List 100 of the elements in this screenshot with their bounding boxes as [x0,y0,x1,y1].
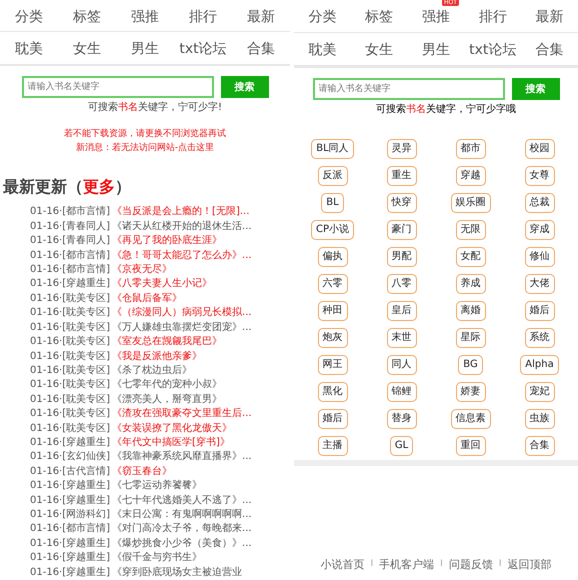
book-title-link[interactable]: 《渣攻在强取豪夺文里重生后... [112,408,252,420]
tag-button[interactable]: 六零 [318,274,348,294]
tag-button[interactable]: 种田 [318,301,348,321]
tag-button[interactable]: 宠妃 [524,382,554,402]
tag-button[interactable]: 主播 [318,436,348,456]
nav-link[interactable]: 女生 [365,42,394,58]
book-title-link[interactable]: 《七零运动养饕餮》 [112,480,202,492]
book-title-link[interactable]: 《我是反派他亲爹》 [112,350,202,362]
tag-button[interactable]: 炮灰 [318,328,348,348]
nav-link[interactable]: txt论坛 [469,42,516,58]
nav-link[interactable]: 最新 [247,8,275,25]
book-title-link[interactable]: 《再见了我的卧底生涯》 [112,235,222,246]
book-title-link[interactable]: 《万人嫌雄虫靠摆烂变团宠》... [112,322,252,333]
tag-button[interactable]: 修仙 [524,247,554,267]
tag-button[interactable]: 黑化 [318,382,348,402]
tag-button[interactable]: 快穿 [386,193,416,213]
notice-link[interactable]: 新消息：若无法访问网站-点击这里 [0,141,290,156]
book-title-link[interactable]: 《末日公寓：有鬼啊啊啊啊啊... [112,508,252,520]
book-title-link[interactable]: 《年代文中搞医学[穿书]》 [112,436,230,448]
tag-button[interactable]: 信息素 [450,409,490,429]
footer-link[interactable]: 问题反馈 [448,557,493,572]
tag-button[interactable]: 男配 [386,247,416,267]
book-title-link[interactable]: 《漂亮美人，掰弯直男》 [112,394,222,405]
book-title-link[interactable]: 《八零夫妻人生小记》 [112,278,212,290]
book-title-link[interactable]: 《室友总在觊觎我尾巴》 [112,336,222,348]
book-title-link[interactable]: 《当反派是会上瘾的！[无限]... [112,206,250,218]
tag-button[interactable]: 大佬 [524,274,554,294]
footer-link[interactable]: 小说首页 [320,557,365,572]
tag-button[interactable]: 穿越 [456,166,486,186]
tag-button[interactable]: 灵异 [386,139,416,159]
nav-link[interactable]: 耽美 [15,40,43,57]
tag-button[interactable]: 同人 [386,355,416,375]
book-title-link[interactable]: 《七十年代逃婚美人不逃了》... [112,494,252,506]
tag-button[interactable]: 女配 [456,247,486,267]
tag-button[interactable]: BG [458,355,483,375]
tag-button[interactable]: 替身 [386,409,416,429]
book-title-link[interactable]: 《京夜无尽》 [112,264,172,276]
tag-button[interactable]: 无限 [456,220,486,240]
tag-button[interactable]: 皇后 [386,301,416,321]
tag-button[interactable]: 虫族 [524,409,554,429]
book-title-link[interactable]: 《对门高冷太子爷，每晚都来... [112,523,252,534]
tag-button[interactable]: CP小说 [310,220,354,240]
nav-link[interactable]: 合集 [536,42,564,58]
tag-button[interactable]: 网王 [318,355,348,375]
nav-link[interactable]: 耽美 [308,42,336,58]
search-field[interactable]: 请输入书名关键字 [312,78,504,100]
notice-link[interactable]: 若不能下载资源，请更换不同浏览器再试 [0,127,290,142]
nav-link[interactable]: 强推 [131,8,159,25]
tag-button[interactable]: 豪门 [386,220,416,240]
nav-link[interactable]: 分类 [308,9,336,25]
nav-link[interactable]: 排行 [189,8,217,25]
book-title-link[interactable]: 《爆炒挑食小少爷（美食）》... [112,538,252,549]
book-title-link[interactable]: 《穿到卧底现场女主被迫营业 [112,566,242,578]
tag-button[interactable]: 婚后 [318,409,348,429]
tag-button[interactable]: 星际 [456,328,486,348]
book-title-link[interactable]: 《窃玉春台》 [112,466,172,477]
tag-button[interactable]: BL [321,193,344,213]
tag-button[interactable]: 锦鲤 [386,382,416,402]
nav-link[interactable]: 最新 [536,9,564,25]
book-title-link[interactable]: 《女装误撩了黑化龙傲天》 [112,422,232,434]
book-title-link[interactable]: 《诸天从红楼开始的退休生活... [112,220,252,232]
tag-button[interactable]: 偏执 [318,247,348,267]
nav-link[interactable]: 强推 [422,9,450,25]
book-title-link[interactable]: 《七零年代的宠种小叔》 [112,379,222,390]
nav-link[interactable]: 男生 [422,42,450,58]
tag-button[interactable]: 都市 [456,139,486,159]
nav-link[interactable]: 分类 [15,8,43,25]
tag-button[interactable]: Alpha [520,355,559,375]
nav-link[interactable]: txt论坛 [179,40,227,57]
footer-link[interactable]: 手机客户端 [379,557,434,572]
tag-button[interactable]: 离婚 [456,301,486,321]
more-link[interactable]: 更多 [83,177,115,196]
tag-button[interactable]: 八零 [386,274,416,294]
tag-button[interactable]: 重生 [386,166,416,186]
book-title-link[interactable]: 《仓鼠后备军》 [112,292,182,304]
tag-button[interactable]: 女尊 [524,166,554,186]
tag-button[interactable]: 养成 [456,274,486,294]
tag-button[interactable]: 总裁 [524,193,554,213]
nav-link[interactable]: 女生 [73,40,101,57]
tag-button[interactable]: 娇妻 [456,382,486,402]
tag-button[interactable]: 末世 [386,328,416,348]
tag-button[interactable]: 婚后 [524,301,554,321]
search-field[interactable]: 请输入书名关键字 [22,76,214,98]
footer-link[interactable]: 返回顶部 [507,557,552,572]
nav-link[interactable]: 合集 [247,40,275,57]
tag-button[interactable]: 娱乐圈 [450,193,490,213]
tag-button[interactable]: 反派 [318,166,348,186]
nav-link[interactable]: 标签 [73,8,101,25]
book-title-link[interactable]: 《急！哥哥太能忍了怎么办》... [112,250,252,261]
book-title-link[interactable]: 《我靠神豪系统风靡直播界》... [112,451,252,462]
book-title-link[interactable]: 《（综漫同人）病弱兄长模拟... [112,307,252,318]
tag-button[interactable]: 重回 [456,436,486,456]
tag-button[interactable]: BL同人 [311,139,354,159]
tag-button[interactable]: GL [390,436,414,456]
tag-button[interactable]: 系统 [524,328,554,348]
nav-link[interactable]: 排行 [478,9,507,25]
tag-button[interactable]: 校园 [524,139,554,159]
nav-link[interactable]: 男生 [131,40,159,57]
book-title-link[interactable]: 《杀了枕边虫后》 [112,364,192,376]
tag-button[interactable]: 合集 [524,436,554,456]
